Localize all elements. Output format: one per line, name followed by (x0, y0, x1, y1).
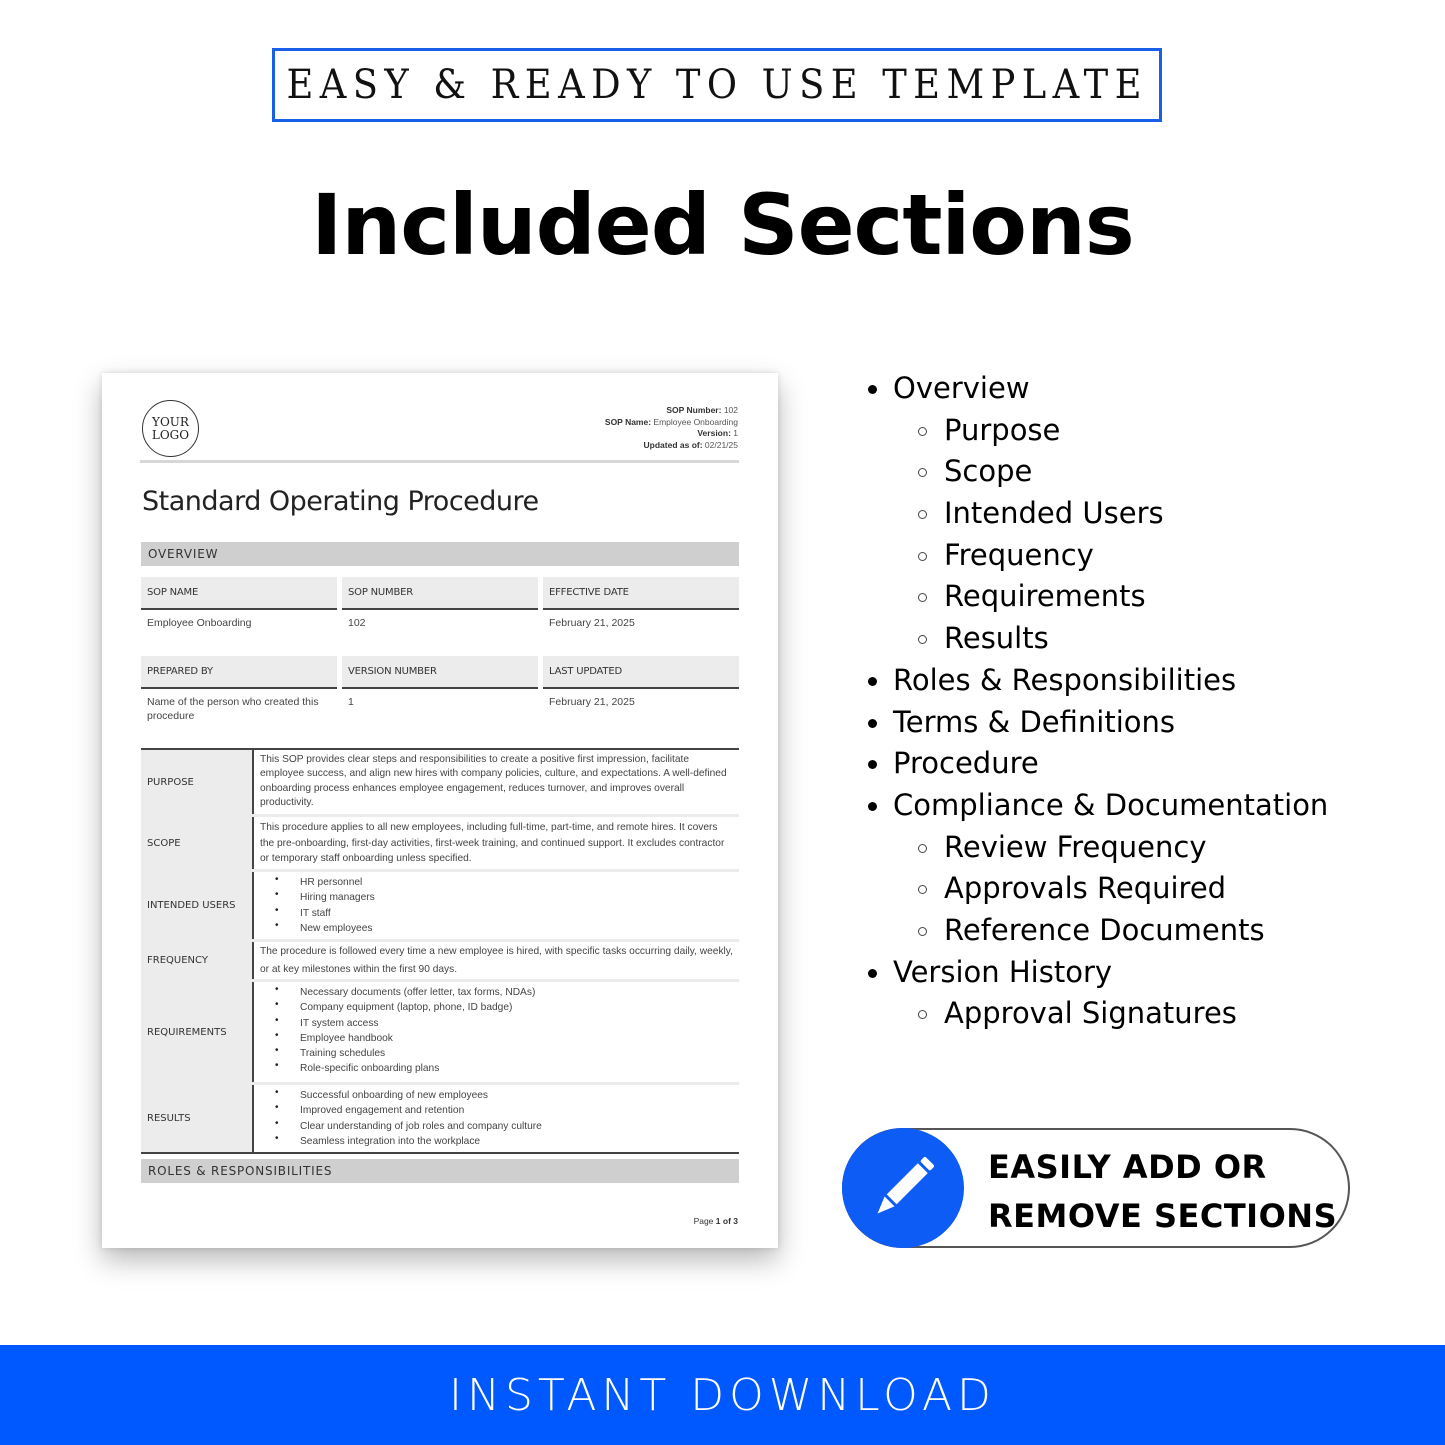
list-item: New employees (275, 918, 733, 936)
detail-list-results: Successful onboarding of new employees I… (254, 1085, 739, 1152)
list-item: Hiring managers (275, 887, 733, 905)
detail-label-requirements: REQUIREMENTS (141, 982, 254, 1082)
list-item: Employee handbook (275, 1028, 733, 1046)
page-number: Page 1 of 3 (693, 1216, 738, 1226)
pencil-icon-circle (842, 1128, 964, 1248)
detail-row-purpose: PURPOSE This SOP provides clear steps an… (141, 750, 739, 817)
detail-label-frequency: FREQUENCY (141, 942, 254, 979)
list-item: Company equipment (laptop, phone, ID bad… (275, 997, 733, 1015)
included-sections-list: Overview Purpose Scope Intended Users Fr… (866, 368, 1328, 1035)
section-item-requirements: Requirements (866, 576, 1328, 618)
info-value-sop-name: Employee Onboarding (147, 617, 252, 629)
info-value-effective-date: February 21, 2025 (549, 617, 635, 629)
document-title: Standard Operating Procedure (142, 486, 539, 517)
document-meta: SOP Number: 102 SOP Name: Employee Onboa… (605, 405, 738, 451)
pill-text: EASILY ADD OR REMOVE SECTIONS (988, 1143, 1337, 1241)
info-grid-row-2: PREPARED BY VERSION NUMBER LAST UPDATED … (141, 656, 739, 723)
pencil-icon (877, 1157, 934, 1214)
section-item-roles: Roles & Responsibilities (866, 660, 1328, 702)
list-item: Necessary documents (offer letter, tax f… (275, 982, 733, 1000)
template-badge-text: EASY & READY TO USE TEMPLATE (286, 62, 1148, 108)
section-item-purpose: Purpose (866, 410, 1328, 452)
pill-text-line-1: EASILY ADD OR (988, 1148, 1267, 1186)
instant-download-text: INSTANT DOWNLOAD (449, 1369, 996, 1421)
detail-row-intended-users: INTENDED USERS HR personnel Hiring manag… (141, 872, 739, 942)
document-preview: YOUR LOGO SOP Number: 102 SOP Name: Empl… (102, 373, 778, 1248)
section-item-frequency: Frequency (866, 535, 1328, 577)
info-value-version-number: 1 (348, 696, 354, 708)
logo-line-1: YOUR (152, 414, 189, 429)
detail-text-scope: This procedure applies to all new employ… (260, 822, 725, 864)
add-remove-sections-pill: EASILY ADD OR REMOVE SECTIONS (842, 1128, 1350, 1248)
section-item-compliance: Compliance & Documentation (866, 785, 1328, 827)
roles-section-bar: ROLES & RESPONSIBILITIES (141, 1159, 739, 1183)
page-title: Included Sections (311, 176, 1135, 274)
detail-label-intended-users: INTENDED USERS (141, 872, 254, 939)
list-item: IT system access (275, 1013, 733, 1031)
info-header-effective-date: EFFECTIVE DATE (543, 577, 739, 610)
instant-download-banner: INSTANT DOWNLOAD (0, 1345, 1445, 1445)
list-item: Training schedules (275, 1043, 733, 1061)
info-header-sop-number: SOP NUMBER (342, 577, 538, 610)
template-badge: EASY & READY TO USE TEMPLATE (272, 48, 1162, 122)
detail-label-results: RESULTS (141, 1085, 254, 1152)
logo-line-2: LOGO (151, 427, 190, 442)
section-item-intended-users: Intended Users (866, 493, 1328, 535)
header-divider (140, 460, 739, 463)
list-item: Clear understanding of job roles and com… (275, 1116, 733, 1134)
info-header-last-updated: LAST UPDATED (543, 656, 739, 689)
section-item-terms: Terms & Definitions (866, 702, 1328, 744)
info-grid-row-1: SOP NAME SOP NUMBER EFFECTIVE DATE Emplo… (141, 577, 739, 630)
list-item: Role-specific onboarding plans (275, 1058, 733, 1076)
detail-text-frequency: The procedure is followed every time a n… (260, 946, 733, 975)
list-item: Successful onboarding of new employees (275, 1085, 733, 1103)
info-value-last-updated: February 21, 2025 (549, 696, 635, 708)
detail-list-intended-users: HR personnel Hiring managers IT staff Ne… (254, 872, 739, 939)
section-item-procedure: Procedure (866, 743, 1328, 785)
detail-row-scope: SCOPE This procedure applies to all new … (141, 817, 739, 872)
overview-detail-table: PURPOSE This SOP provides clear steps an… (141, 748, 739, 1154)
meta-version: Version: 1 (697, 428, 738, 438)
meta-sop-number: SOP Number: 102 (666, 405, 738, 415)
info-value-sop-number: 102 (348, 617, 366, 629)
section-item-approvals-required: Approvals Required (866, 868, 1328, 910)
section-item-overview: Overview (866, 368, 1328, 410)
section-item-version-history: Version History (866, 952, 1328, 994)
detail-list-requirements: Necessary documents (offer letter, tax f… (254, 982, 739, 1082)
section-item-reference-documents: Reference Documents (866, 910, 1328, 952)
detail-row-frequency: FREQUENCY The procedure is followed ever… (141, 942, 739, 982)
overview-section-bar: OVERVIEW (141, 542, 739, 566)
list-item: Seamless integration into the workplace (275, 1131, 733, 1149)
list-item: Improved engagement and retention (275, 1100, 733, 1118)
detail-label-scope: SCOPE (141, 817, 254, 869)
list-item: HR personnel (275, 872, 733, 890)
meta-sop-name: SOP Name: Employee Onboarding (604, 416, 738, 427)
info-header-sop-name: SOP NAME (141, 577, 337, 610)
section-item-review-frequency: Review Frequency (866, 827, 1328, 869)
list-item: IT staff (275, 903, 733, 921)
logo-placeholder: YOUR LOGO (142, 400, 199, 457)
info-header-prepared-by: PREPARED BY (141, 656, 337, 689)
section-item-scope: Scope (866, 451, 1328, 493)
detail-row-requirements: REQUIREMENTS Necessary documents (offer … (141, 982, 739, 1085)
meta-updated: Updated as of: 02/21/25 (643, 439, 738, 450)
detail-label-purpose: PURPOSE (141, 750, 254, 814)
pill-text-line-2: REMOVE SECTIONS (988, 1197, 1338, 1235)
detail-row-results: RESULTS Successful onboarding of new emp… (141, 1085, 739, 1152)
detail-text-purpose: This SOP provides clear steps and respon… (260, 754, 727, 808)
info-header-version-number: VERSION NUMBER (342, 656, 538, 689)
section-item-results: Results (866, 618, 1328, 660)
info-value-prepared-by: Name of the person who created this proc… (147, 696, 319, 722)
section-item-approval-signatures: Approval Signatures (866, 993, 1328, 1035)
